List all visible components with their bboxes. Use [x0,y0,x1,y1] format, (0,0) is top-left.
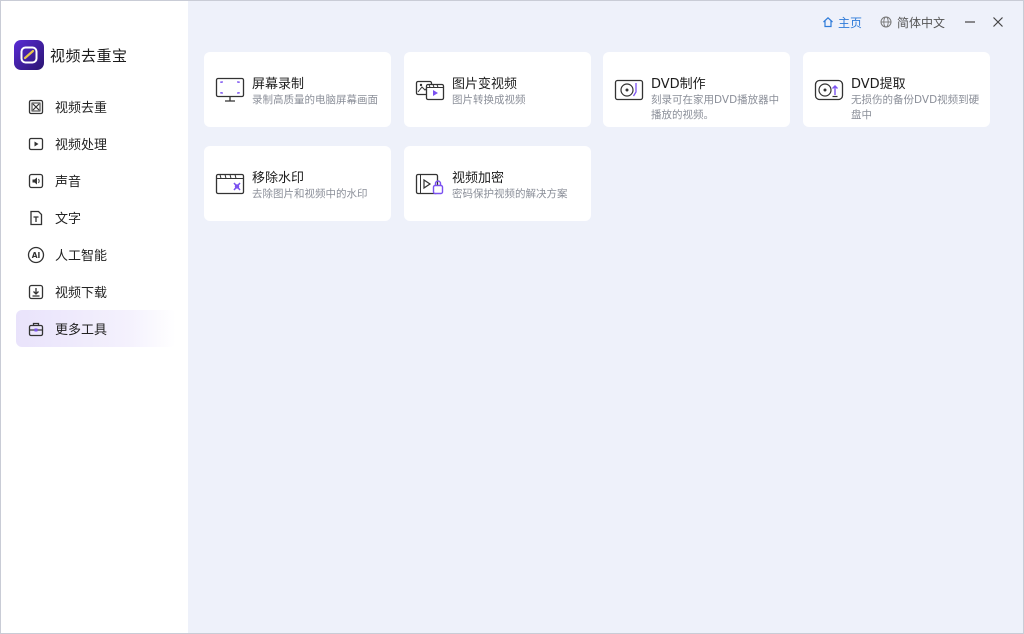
close-icon [993,17,1003,27]
minimize-icon [965,21,975,23]
toolbox-icon [27,320,45,338]
tool-description: 无损伤的备份DVD视频到硬盘中 [851,94,980,121]
remove-watermark-icon [214,170,246,198]
app-logo-icon [14,40,44,70]
sidebar-item-label: 声音 [55,175,82,190]
tool-description: 密码保护视频的解决方案 [452,188,568,200]
language-select[interactable]: 简体中文 [880,14,945,31]
tool-title: 移除水印 [252,171,305,186]
sidebar-item-download[interactable]: 视频下载 [16,273,176,310]
tool-title: 图片变视频 [452,77,518,92]
tool-title: DVD提取 [851,77,906,92]
globe-icon [880,16,892,28]
sidebar-item-label: 视频去重 [55,101,108,116]
dvd-extract-icon [813,76,845,104]
home-label: 主页 [837,15,862,30]
sidebar-item-label: 文字 [55,212,82,227]
brand: 视频去重宝 [14,39,128,71]
sidebar-item-label: 更多工具 [55,323,108,338]
home-link[interactable]: 主页 [822,14,862,31]
tool-description: 录制高质量的电脑屏幕画面 [252,94,378,106]
sidebar-item-video-dedupe[interactable]: 视频去重 [16,88,176,125]
title-bar: 主页 简体中文 [822,1,1023,43]
sidebar-item-label: 人工智能 [55,249,108,264]
dedupe-icon [27,98,45,116]
tool-card-image-to-video[interactable]: 图片变视频 图片转换成视频 [404,52,591,127]
tool-card-dvd-extract[interactable]: DVD提取 无损伤的备份DVD视频到硬盘中 [803,52,990,127]
app-name: 视频去重宝 [50,46,128,65]
sidebar-item-more-tools[interactable]: 更多工具 [16,310,176,347]
audio-icon [27,172,45,190]
tool-title: DVD制作 [651,77,706,92]
screen-record-icon [214,76,246,104]
home-icon [823,16,833,28]
tool-description: 图片转换成视频 [452,94,526,106]
sidebar-item-label: 视频处理 [55,138,108,153]
language-label: 简体中文 [896,15,945,30]
tool-card-remove-watermark[interactable]: 移除水印 去除图片和视频中的水印 [204,146,391,221]
sidebar-item-text[interactable]: 文字 [16,199,176,236]
text-icon [27,209,45,227]
sidebar-item-video-process[interactable]: 视频处理 [16,125,176,162]
sidebar-nav: 视频去重 视频处理 声音 文字 AI 人工智能 视频下载 更多工具 [16,88,176,347]
tool-description: 去除图片和视频中的水印 [252,188,368,200]
tool-card-screen-record[interactable]: 屏幕录制 录制高质量的电脑屏幕画面 [204,52,391,127]
app-window: 视频去重宝 视频去重 视频处理 声音 文字 AI 人工智能 视频下载 更多工具 … [0,0,1024,634]
sidebar-item-label: 视频下载 [55,286,108,301]
download-icon [27,283,45,301]
tool-description: 刻录可在家用DVD播放器中播放的视频。 [651,94,780,121]
sidebar-item-ai[interactable]: AI 人工智能 [16,236,176,273]
video-encrypt-icon [414,170,446,198]
svg-text:AI: AI [32,251,41,260]
minimize-button[interactable] [959,11,981,33]
tool-card-video-encrypt[interactable]: 视频加密 密码保护视频的解决方案 [404,146,591,221]
close-button[interactable] [987,11,1009,33]
tool-title: 视频加密 [452,171,505,186]
sidebar: 视频去重宝 视频去重 视频处理 声音 文字 AI 人工智能 视频下载 更多工具 [1,1,188,633]
image-to-video-icon [414,76,446,104]
video-play-icon [27,135,45,153]
sidebar-item-audio[interactable]: 声音 [16,162,176,199]
dvd-burn-icon [613,76,645,104]
tool-title: 屏幕录制 [252,77,305,92]
tool-card-dvd-burn[interactable]: DVD制作 刻录可在家用DVD播放器中播放的视频。 [603,52,790,127]
ai-icon: AI [27,246,45,264]
